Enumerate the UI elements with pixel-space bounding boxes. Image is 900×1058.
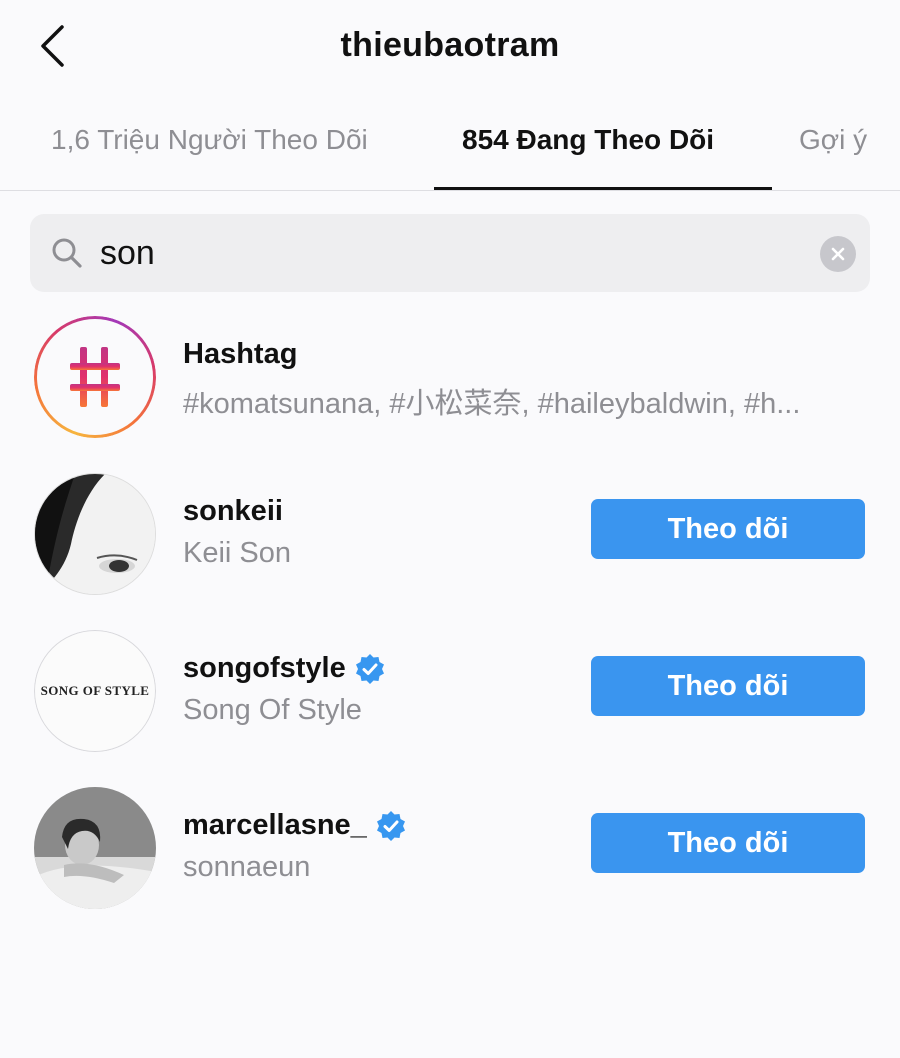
avatar: [34, 787, 156, 909]
search-icon: [52, 238, 82, 268]
follow-button[interactable]: Theo dõi: [591, 499, 865, 559]
user-row-sonkeii[interactable]: sonkeii Keii Son Theo dõi: [0, 473, 900, 613]
search-bar: [30, 214, 870, 292]
close-icon: [831, 247, 845, 261]
full-name: Song Of Style: [183, 694, 362, 726]
hashtag-title: Hashtag: [183, 338, 298, 370]
username-text: marcellasne_: [183, 809, 367, 841]
avatar: [34, 473, 156, 595]
full-name: Keii Son: [183, 537, 292, 569]
username: songofstyle: [183, 652, 386, 685]
username: marcellasne_: [183, 809, 407, 842]
song-of-style-logo: SONG OF STYLE: [34, 630, 156, 752]
verified-badge-icon: [355, 653, 384, 684]
full-name: sonnaeun: [183, 851, 311, 883]
hashtag-result-row[interactable]: Hashtag #komatsunana, #小松菜奈, #haileybald…: [0, 316, 900, 456]
hashtag-list: #komatsunana, #小松菜奈, #haileybaldwin, #h.…: [183, 388, 801, 420]
clear-search-button[interactable]: [820, 236, 856, 272]
active-tab-indicator: [434, 187, 772, 190]
user-row-marcellasne[interactable]: marcellasne_ sonnaeun Theo dõi: [0, 787, 900, 927]
tab-bar: 1,6 Triệu Người Theo Dõi 854 Đang Theo D…: [0, 100, 900, 191]
avatar: SONG OF STYLE: [34, 630, 156, 752]
tab-followers[interactable]: 1,6 Triệu Người Theo Dõi: [51, 124, 368, 156]
hashtag-avatar: [34, 316, 156, 438]
follow-button[interactable]: Theo dõi: [591, 813, 865, 873]
username-text: songofstyle: [183, 652, 346, 684]
page-title: thieubaotram: [340, 26, 560, 64]
search-input[interactable]: [100, 230, 800, 276]
username: sonkeii: [183, 495, 283, 527]
tab-following[interactable]: 854 Đang Theo Dõi: [462, 124, 714, 156]
hashtag-icon: [70, 347, 120, 407]
user-row-songofstyle[interactable]: SONG OF STYLE songofstyle Song Of Style …: [0, 630, 900, 770]
follow-button[interactable]: Theo dõi: [591, 656, 865, 716]
header: thieubaotram: [0, 0, 900, 96]
verified-badge-icon: [376, 810, 405, 841]
tab-suggested[interactable]: Gợi ý: [799, 124, 867, 156]
